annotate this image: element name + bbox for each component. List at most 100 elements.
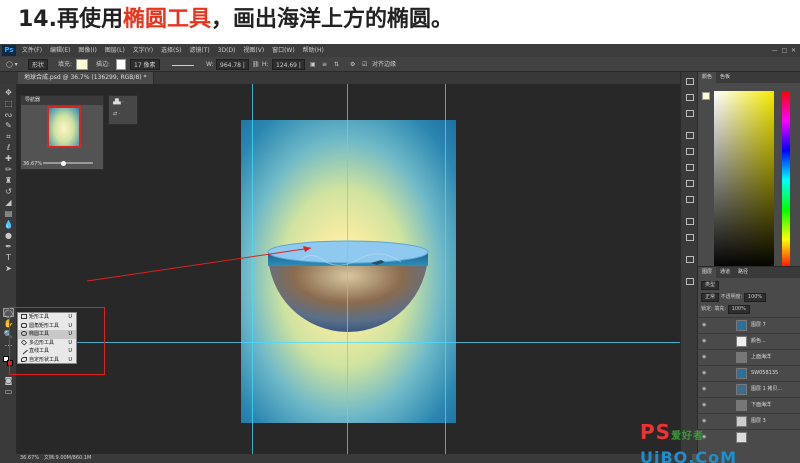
path-ops-icon[interactable]: ▣ xyxy=(310,59,316,70)
ellipse-tool-item[interactable]: 椭圆工具 U xyxy=(18,330,76,339)
menu-type[interactable]: 文字(Y) xyxy=(133,44,153,57)
visibility-eye-icon[interactable]: ◉ xyxy=(702,382,706,397)
menu-file[interactable]: 文件(F) xyxy=(22,44,42,57)
marquee-tool-icon[interactable]: ⬚ xyxy=(3,99,14,108)
hue-slider[interactable] xyxy=(782,91,790,269)
navigator-zoom[interactable]: 36.67% xyxy=(23,161,42,167)
tab-color[interactable]: 颜色 xyxy=(698,72,717,83)
align-icon[interactable]: ≡ xyxy=(322,59,327,70)
layer-row[interactable]: ◉ SW058135 xyxy=(698,365,800,380)
dodge-tool-icon[interactable]: ● xyxy=(3,231,14,240)
layer-kind-select[interactable]: 类型 xyxy=(701,281,720,290)
stroke-width-field[interactable]: 17 像素 xyxy=(130,59,160,70)
quick-select-tool-icon[interactable]: ✎ xyxy=(3,121,14,130)
brush-panel-icon[interactable] xyxy=(686,148,694,155)
history-panel-icon[interactable] xyxy=(686,78,694,85)
blur-tool-icon[interactable]: 💧 xyxy=(3,220,14,229)
polygon-tool-item[interactable]: 多边形工具 U xyxy=(18,338,76,348)
channels-panel-icon[interactable] xyxy=(686,278,694,285)
window-controls[interactable]: — □ ✕ xyxy=(772,44,796,57)
adjustments-panel-icon[interactable] xyxy=(686,164,694,171)
gear-icon[interactable]: ⚙ xyxy=(350,59,355,70)
line-tool-item[interactable]: 直线工具 U xyxy=(18,346,76,356)
layer-group-row[interactable]: ◉ 下面海洋 xyxy=(698,397,800,412)
visibility-eye-icon[interactable]: ◉ xyxy=(702,398,706,413)
rectangle-tool-item[interactable]: 矩形工具 U xyxy=(18,313,76,322)
visibility-eye-icon[interactable]: ◉ xyxy=(702,366,706,381)
move-tool-icon[interactable]: ✥ xyxy=(3,88,14,97)
menu-select[interactable]: 选择(S) xyxy=(161,44,182,57)
character-panel-icon[interactable] xyxy=(686,110,694,117)
menu-window[interactable]: 窗口(W) xyxy=(272,44,295,57)
layer-group-row[interactable]: ◉ 上面海洋 xyxy=(698,349,800,364)
menu-help[interactable]: 帮助(H) xyxy=(303,44,324,57)
type-tool-icon[interactable]: T xyxy=(3,253,14,262)
histogram-icon[interactable]: ▟▙ · xyxy=(109,96,137,108)
styles-panel-icon[interactable] xyxy=(686,180,694,187)
rounded-rect-tool-item[interactable]: 圆角矩形工具 U xyxy=(18,322,76,331)
navigator-zoom-slider[interactable] xyxy=(43,162,93,164)
layer-row[interactable]: ◉ 图层 7 xyxy=(698,317,800,332)
visibility-eye-icon[interactable]: ◉ xyxy=(702,350,706,365)
shape-tools-flyout: 矩形工具 U 圆角矩形工具 U 椭圆工具 U 多边形工具 U 直线工具 U 自定形状工具 U xyxy=(17,312,77,364)
tab-layers[interactable]: 图层 xyxy=(698,267,717,278)
layer-row[interactable]: ◉ 颜色... xyxy=(698,333,800,348)
link-icon[interactable]: ⛓ xyxy=(252,59,260,70)
foreground-swatch[interactable] xyxy=(702,92,710,100)
paragraph-panel-icon[interactable] xyxy=(686,132,694,139)
history-brush-icon[interactable]: ↺ xyxy=(3,187,14,196)
fill-field[interactable]: 100% xyxy=(727,305,750,314)
arrange-icon[interactable]: ⇅ xyxy=(334,59,339,70)
opacity-field[interactable]: 100% xyxy=(743,293,767,302)
pen-tool-icon[interactable]: ✒ xyxy=(3,242,14,251)
height-field[interactable]: 124.69 | xyxy=(272,59,305,70)
adjust-icon[interactable]: ⇄ · xyxy=(109,108,137,120)
quick-mask-icon[interactable]: ◙ xyxy=(3,376,14,385)
gradient-tool-icon[interactable]: ▤ xyxy=(3,209,14,218)
tab-paths[interactable]: 路径 xyxy=(734,267,752,278)
custom-shape-tool-item[interactable]: 自定形状工具 U xyxy=(18,356,76,365)
menu-view[interactable]: 视图(V) xyxy=(243,44,264,57)
menu-edit[interactable]: 编辑(E) xyxy=(50,44,70,57)
eyedropper-tool-icon[interactable]: ℓ xyxy=(3,143,14,152)
menu-3d[interactable]: 3D(D) xyxy=(218,44,236,57)
path-select-tool-icon[interactable]: ➤ xyxy=(3,264,14,273)
stamp-tool-icon[interactable]: ♜ xyxy=(3,176,14,185)
menu-layer[interactable]: 图层(L) xyxy=(105,44,125,57)
paths-panel-icon[interactable] xyxy=(686,256,694,263)
actions-panel-icon[interactable] xyxy=(686,94,694,101)
healing-tool-icon[interactable]: ✚ xyxy=(3,154,14,163)
screen-mode-icon[interactable]: ▭ xyxy=(3,387,14,396)
align-edges-checkbox[interactable]: ☑ xyxy=(362,59,367,70)
fill-swatch[interactable] xyxy=(76,59,88,70)
lasso-tool-icon[interactable]: ᔓ xyxy=(3,110,14,119)
visibility-eye-icon[interactable]: ◉ xyxy=(702,318,706,333)
crop-tool-icon[interactable]: ⌗ xyxy=(3,132,14,141)
document-tab[interactable]: 地球合成.psd @ 36.7% (136299, RGB/8) * xyxy=(18,72,154,84)
width-field[interactable]: 964.78 | xyxy=(216,59,249,70)
shortcut-key: U xyxy=(68,339,72,346)
ellipse-tool-icon[interactable]: ◯ ▾ xyxy=(6,59,18,70)
status-zoom[interactable]: 36.67% xyxy=(20,455,39,461)
menu-image[interactable]: 图像(I) xyxy=(78,44,96,57)
properties-panel-icon[interactable] xyxy=(686,196,694,203)
stroke-swatch[interactable] xyxy=(116,59,126,70)
navigator-zoom-knob[interactable] xyxy=(61,161,66,166)
site-watermark: PS爱好者 UiBQ.CoM xyxy=(640,420,737,463)
shortcut-key: U xyxy=(68,322,72,329)
mode-select[interactable]: 形状 xyxy=(28,59,49,70)
tab-channels[interactable]: 通道 xyxy=(716,267,734,278)
color-field[interactable] xyxy=(714,91,774,269)
stroke-type-select[interactable] xyxy=(172,59,194,66)
navigator-thumbnail[interactable] xyxy=(47,106,81,148)
visibility-eye-icon[interactable]: ◉ xyxy=(702,334,706,349)
info-panel-icon[interactable] xyxy=(686,234,694,241)
blend-mode-select[interactable]: 正常 xyxy=(701,293,720,302)
libraries-panel-icon[interactable] xyxy=(686,218,694,225)
menu-filter[interactable]: 滤镜(T) xyxy=(189,44,209,57)
eraser-tool-icon[interactable]: ◢ xyxy=(3,198,14,207)
tab-swatches[interactable]: 色板 xyxy=(716,72,734,83)
layer-row[interactable]: ◉ 图层 1 拷贝... xyxy=(698,381,800,396)
canvas-area[interactable] xyxy=(17,84,692,454)
brush-tool-icon[interactable]: ✏ xyxy=(3,165,14,174)
